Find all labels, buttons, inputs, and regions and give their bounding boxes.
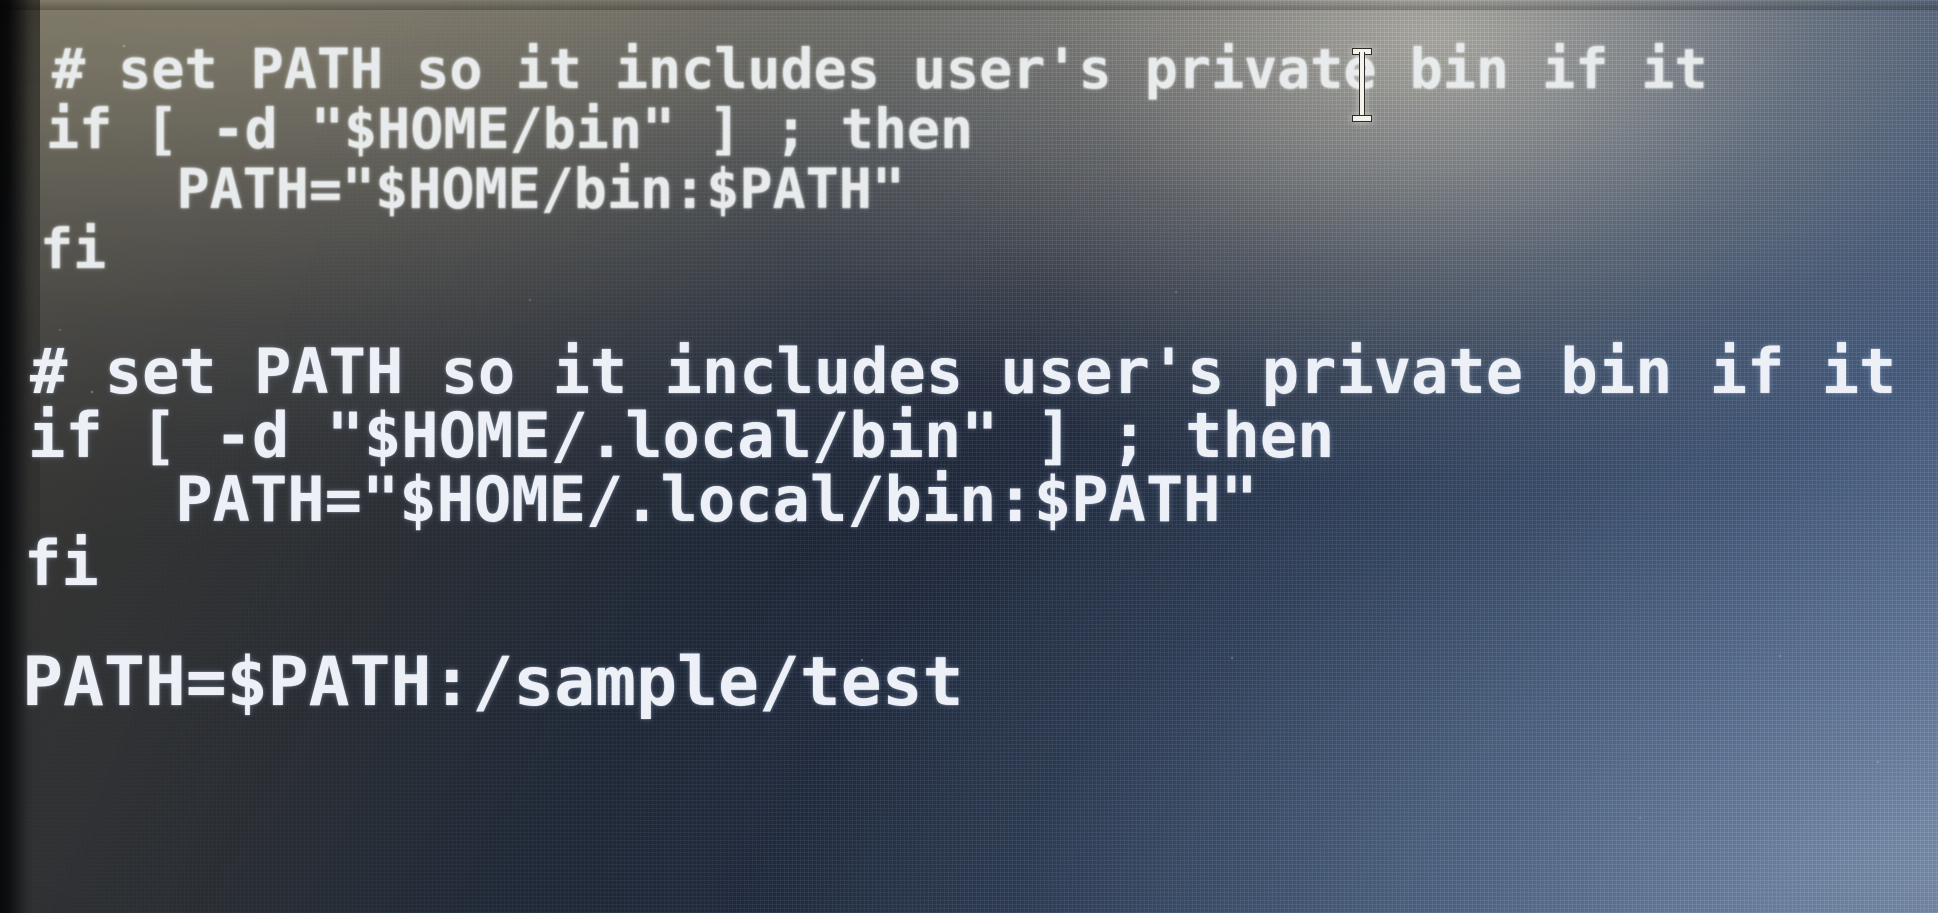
- code-line-if-a[interactable]: if [ -d "$HOME/bin" ] ; then: [46, 100, 973, 158]
- ibeam-bottom-bar: [1352, 115, 1372, 122]
- code-line-comment-b[interactable]: # set PATH so it includes user's private…: [30, 340, 1896, 404]
- ibeam-stem: [1359, 52, 1365, 118]
- code-line-path-assign-a[interactable]: PATH="$HOME/bin:$PATH": [44, 160, 905, 218]
- code-line-comment-a[interactable]: # set PATH so it includes user's private…: [52, 40, 1708, 98]
- terminal-text-area[interactable]: # set PATH so it includes user's private…: [0, 0, 1938, 913]
- code-line-path-assign-b[interactable]: PATH="$HOME/.local/bin:$PATH": [26, 468, 1258, 532]
- code-line-fi-a[interactable]: fi: [40, 220, 106, 278]
- monitor-photo: # set PATH so it includes user's private…: [0, 0, 1938, 913]
- code-line-custom-path[interactable]: PATH=$PATH:/sample/test: [22, 648, 964, 718]
- code-line-fi-b[interactable]: fi: [24, 532, 99, 596]
- text-ibeam-cursor: [1352, 48, 1372, 122]
- code-line-if-b[interactable]: if [ -d "$HOME/.local/bin" ] ; then: [28, 404, 1334, 468]
